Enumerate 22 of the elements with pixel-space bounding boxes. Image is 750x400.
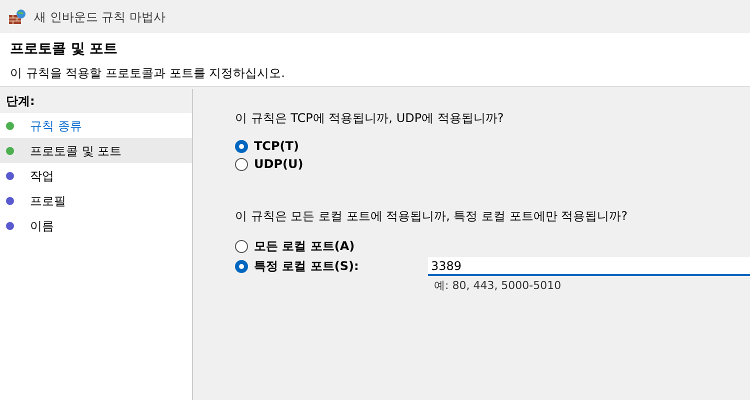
radio-button[interactable] bbox=[235, 240, 248, 252]
step-item[interactable]: 프로필 bbox=[0, 188, 192, 213]
radio-label: 특정 로컬 포트(S): bbox=[254, 258, 359, 275]
radio-label: TCP(T) bbox=[254, 138, 299, 155]
radio-label: UDP(U) bbox=[254, 156, 304, 173]
window-title: 새 인바운드 규칙 마법사 bbox=[34, 8, 166, 26]
step-item[interactable]: 이름 bbox=[0, 213, 192, 238]
steps-heading: 단계: bbox=[6, 93, 35, 110]
firewall-icon bbox=[8, 8, 26, 24]
radio-label: 모든 로컬 포트(A) bbox=[254, 238, 355, 255]
radio-button[interactable] bbox=[235, 260, 248, 272]
step-item[interactable]: 규칙 종류 bbox=[0, 113, 192, 138]
page-description: 이 규칙을 적용할 프로토콜과 포트를 지정하십시오. bbox=[10, 65, 286, 82]
radio-button[interactable] bbox=[235, 140, 248, 152]
port-hint: 예: 80, 443, 5000-5010 bbox=[433, 278, 562, 294]
ports-question: 이 규칙은 모든 로컬 포트에 적용됩니까, 특정 로컬 포트에만 적용됩니까? bbox=[235, 208, 629, 225]
radio-button[interactable] bbox=[235, 158, 248, 170]
protocol-question: 이 규칙은 TCP에 적용됩니까, UDP에 적용됩니까? bbox=[235, 110, 505, 127]
step-item[interactable]: 작업 bbox=[0, 163, 192, 188]
step-item[interactable]: 프로토콜 및 포트 bbox=[0, 138, 192, 163]
port-input-field[interactable]: 3389 bbox=[428, 257, 750, 276]
page-title: 프로토콜 및 포트 bbox=[10, 40, 119, 59]
